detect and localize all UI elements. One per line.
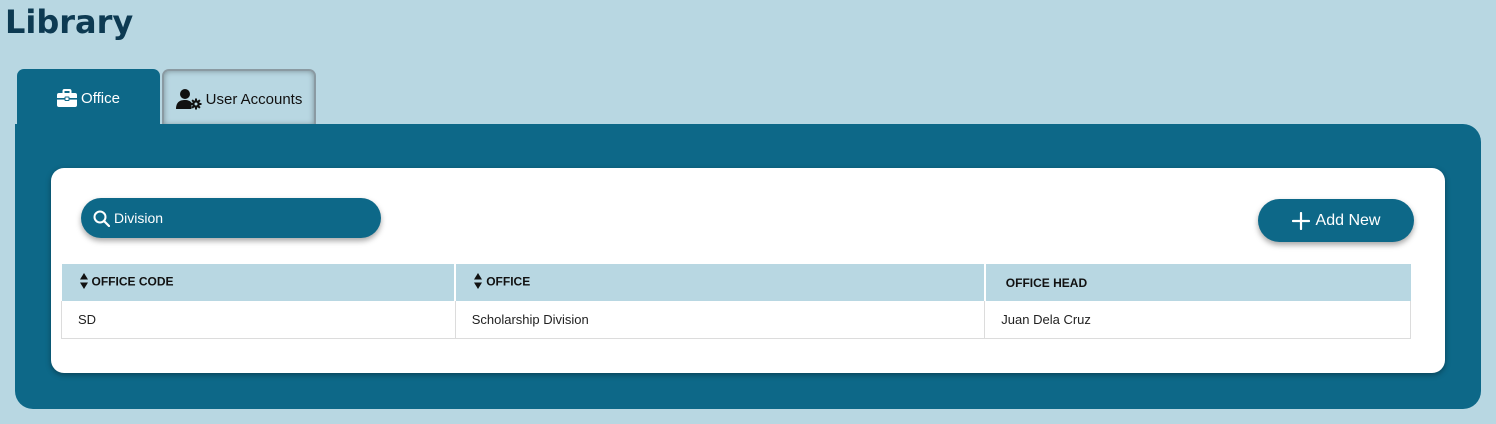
office-panel: Add New OFFICE CODE <box>15 124 1481 409</box>
cell-office: Scholarship Division <box>454 301 986 339</box>
column-label: OFFICE <box>486 274 531 289</box>
cell-office-head: Juan Dela Cruz <box>984 301 1411 339</box>
user-gear-icon <box>175 88 202 110</box>
column-header-office-code[interactable]: OFFICE CODE <box>61 264 457 301</box>
cell-office-code: SD <box>61 301 456 339</box>
table-header-row: OFFICE CODE OFFICE OFFICE HEAD <box>61 264 1411 301</box>
page-title: Library <box>5 3 134 41</box>
search-input[interactable] <box>114 210 354 226</box>
tab-office[interactable]: Office <box>17 69 160 125</box>
column-header-office[interactable]: OFFICE <box>455 264 986 301</box>
sort-icon <box>79 273 88 292</box>
office-table: OFFICE CODE OFFICE OFFICE HEAD SD Schola… <box>61 264 1411 339</box>
sort-icon <box>474 273 483 292</box>
search-icon <box>93 210 110 227</box>
column-label: OFFICE HEAD <box>1005 275 1088 290</box>
tab-user-accounts[interactable]: User Accounts <box>162 69 316 125</box>
column-header-office-head: OFFICE HEAD <box>984 264 1411 301</box>
tab-office-label: Office <box>81 89 120 107</box>
briefcase-icon <box>57 89 78 107</box>
search-box[interactable] <box>81 198 381 238</box>
plus-icon <box>1291 211 1310 230</box>
table-row[interactable]: SD Scholarship Division Juan Dela Cruz <box>61 301 1411 339</box>
office-card: Add New OFFICE CODE <box>51 168 1445 373</box>
add-new-label: Add New <box>1315 211 1381 229</box>
tab-user-accounts-label: User Accounts <box>205 90 303 108</box>
add-new-button[interactable]: Add New <box>1258 199 1414 242</box>
column-label: OFFICE CODE <box>91 274 174 289</box>
